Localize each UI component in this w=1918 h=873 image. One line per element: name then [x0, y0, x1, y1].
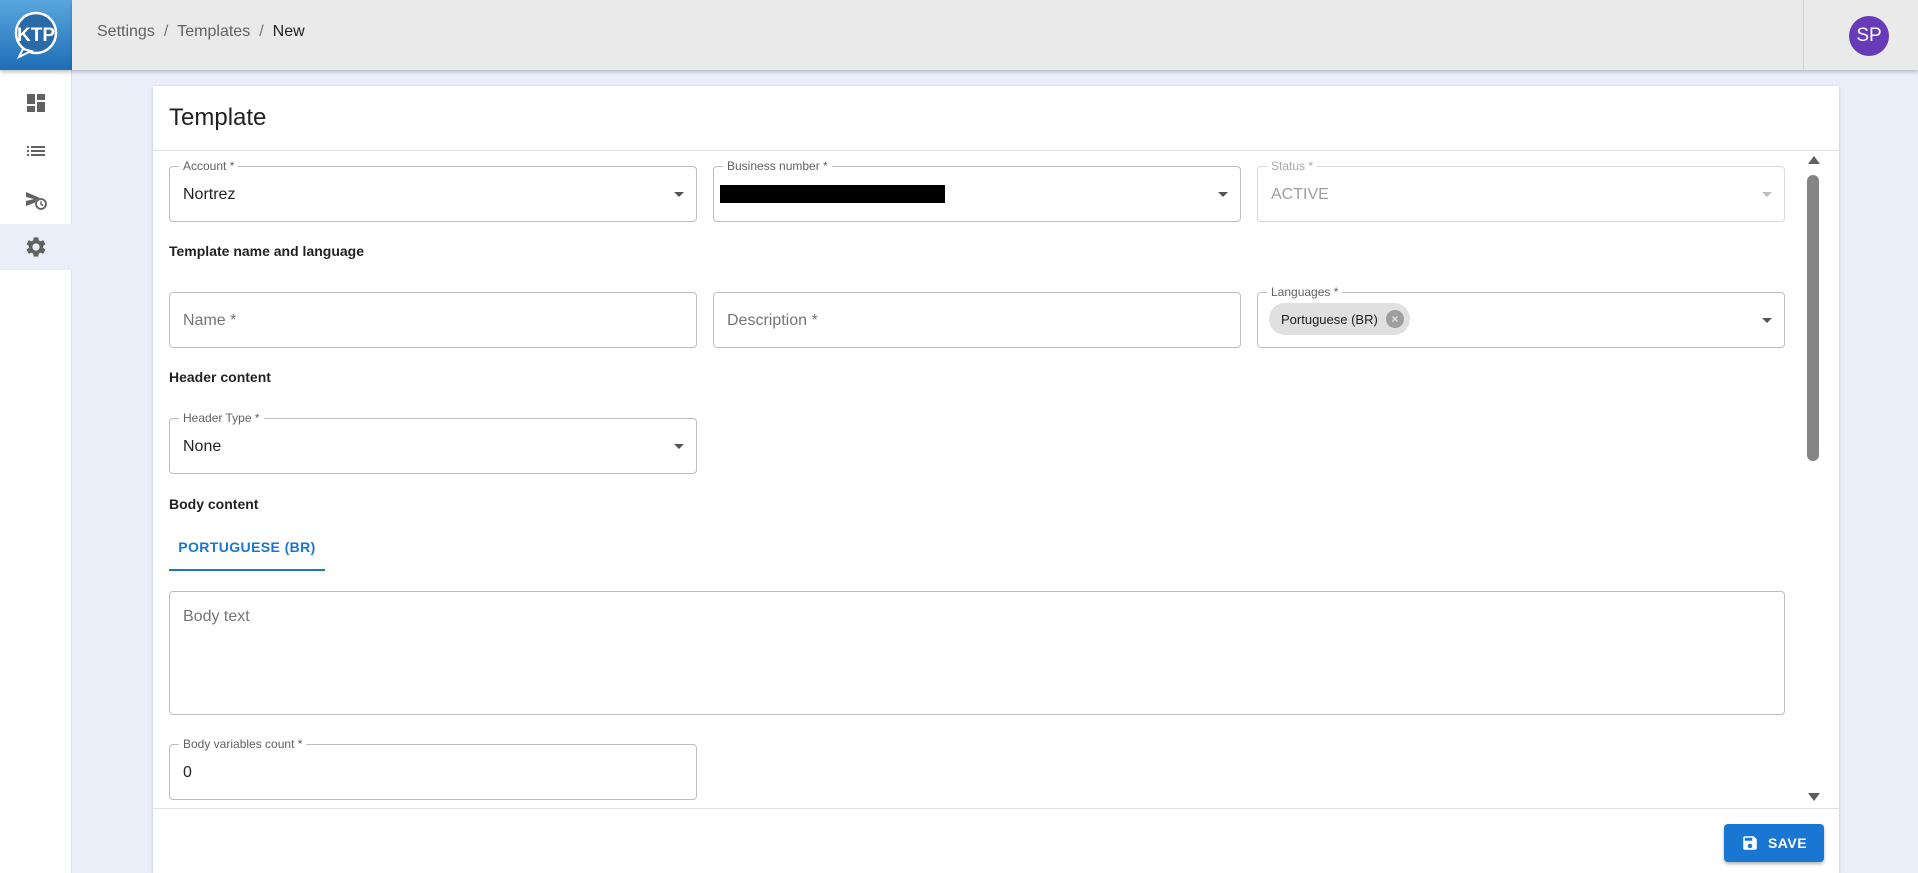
logo-badge-icon: KTP: [14, 11, 58, 59]
description-input[interactable]: Description *: [713, 292, 1241, 348]
account-label: Account *: [179, 159, 239, 173]
form-scrollbar[interactable]: [1805, 151, 1821, 808]
name-input[interactable]: Name *: [169, 292, 697, 348]
page-title: Template: [169, 104, 267, 131]
sidebar-item-scheduled[interactable]: [0, 177, 72, 223]
name-placeholder: Name *: [183, 312, 237, 329]
breadcrumb-current: New: [272, 23, 305, 40]
languages-label: Languages *: [1267, 285, 1343, 299]
language-chip: Portuguese (BR) ×: [1269, 303, 1410, 335]
template-form-card: Template Account * Nortrez Business numb…: [153, 86, 1839, 873]
business-number-select[interactable]: Business number *: [713, 159, 1241, 222]
body-variables-count-input[interactable]: Body variables count * 0: [169, 737, 697, 800]
business-number-label: Business number *: [723, 159, 832, 173]
footer-divider: [153, 808, 1839, 809]
tab-portuguese-br[interactable]: PORTUGUESE (BR): [169, 523, 325, 571]
user-avatar[interactable]: SP: [1849, 16, 1889, 56]
body-variables-count-value: 0: [183, 764, 192, 781]
sidebar-item-settings[interactable]: [0, 224, 72, 270]
app-logo[interactable]: KTP: [0, 0, 72, 70]
chip-remove-icon[interactable]: ×: [1385, 310, 1404, 328]
scroll-up-arrow-icon[interactable]: [1808, 156, 1820, 164]
language-chip-label: Portuguese (BR): [1281, 311, 1378, 327]
tab-indicator: [169, 569, 325, 571]
settings-gear-icon: [26, 237, 46, 257]
dropdown-arrow-icon: [1218, 192, 1228, 197]
top-app-bar: Settings / Templates / New SP: [72, 0, 1918, 70]
breadcrumb-separator: /: [163, 23, 169, 40]
sidebar-item-dashboard[interactable]: [0, 80, 72, 126]
sidebar-item-list[interactable]: [0, 128, 72, 174]
dropdown-arrow-icon: [674, 444, 684, 449]
sidebar: KTP: [0, 0, 72, 873]
body-variables-count-label: Body variables count *: [179, 737, 307, 751]
dropdown-arrow-icon: [674, 192, 684, 197]
status-label: Status *: [1267, 159, 1318, 173]
save-floppy-icon: [1743, 836, 1757, 850]
section-header-content: Header content: [169, 369, 271, 385]
header-type-label: Header Type *: [179, 411, 264, 425]
languages-select[interactable]: Languages * Portuguese (BR) ×: [1257, 285, 1785, 348]
header-type-select[interactable]: Header Type * None: [169, 411, 697, 474]
breadcrumb-separator: /: [259, 23, 264, 40]
header-type-value: None: [183, 438, 222, 455]
redacted-value: [720, 185, 945, 203]
breadcrumb-settings[interactable]: Settings: [97, 23, 155, 41]
dropdown-arrow-icon: [1762, 318, 1772, 323]
scroll-down-arrow-icon[interactable]: [1808, 793, 1820, 801]
save-button-label: SAVE: [1767, 835, 1808, 851]
status-select: Status * ACTIVE: [1257, 159, 1785, 222]
status-value: ACTIVE: [1271, 186, 1329, 203]
breadcrumb: Settings / Templates / New: [97, 23, 305, 41]
section-template-name-language: Template name and language: [169, 243, 365, 259]
scroll-thumb[interactable]: [1807, 175, 1819, 461]
account-select[interactable]: Account * Nortrez: [169, 159, 697, 222]
form-scroll-area: Account * Nortrez Business number * Stat…: [153, 151, 1839, 808]
section-body-content: Body content: [169, 496, 259, 512]
logo-text: KTP: [17, 25, 55, 46]
scheduled-send-icon: [26, 192, 47, 210]
list-icon: [27, 146, 45, 156]
dropdown-arrow-icon: [1762, 192, 1772, 197]
account-value: Nortrez: [183, 186, 236, 203]
description-placeholder: Description *: [727, 312, 818, 329]
body-text-placeholder: Body text: [183, 608, 250, 625]
breadcrumb-templates[interactable]: Templates: [177, 23, 250, 41]
save-button[interactable]: SAVE: [1724, 824, 1824, 862]
dashboard-icon: [27, 94, 45, 112]
appbar-divider: [1803, 0, 1804, 70]
body-text-input[interactable]: Body text: [169, 591, 1785, 715]
